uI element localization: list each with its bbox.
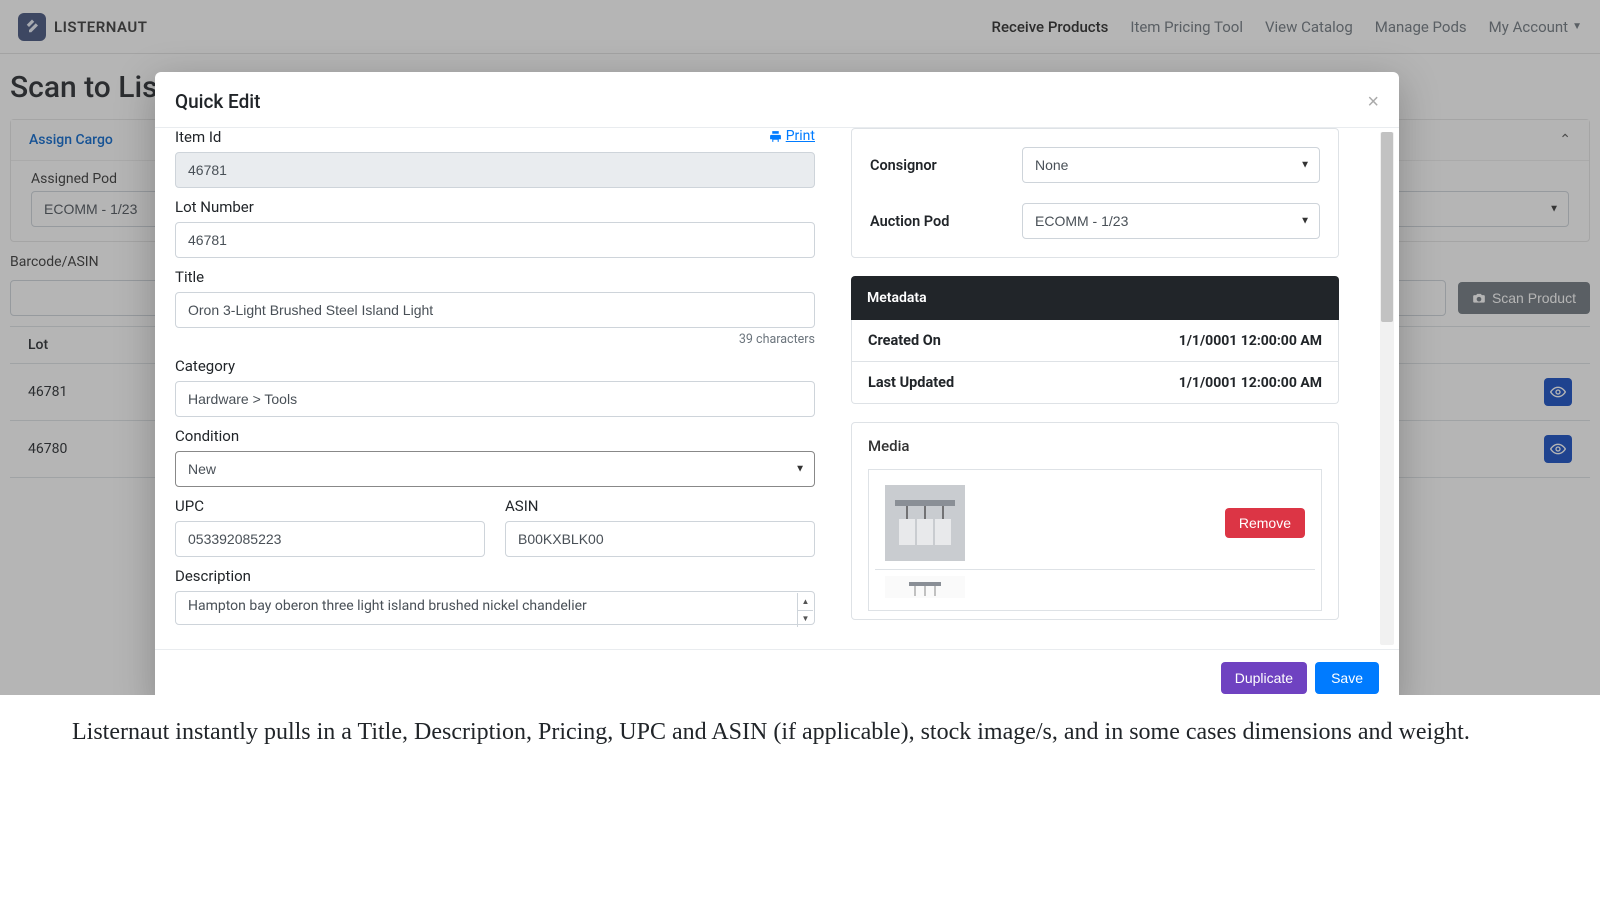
spinner-up-icon[interactable]: ▲ — [798, 593, 813, 611]
quick-edit-modal: Quick Edit × Print Item Id — [155, 72, 1399, 706]
modal-title: Quick Edit — [175, 90, 260, 113]
description-input[interactable] — [175, 591, 815, 625]
asin-input[interactable] — [505, 521, 815, 557]
metadata-header: Metadata — [851, 276, 1339, 320]
scroll-thumb[interactable] — [1381, 132, 1393, 322]
modal-close-button[interactable]: × — [1367, 92, 1379, 112]
footer-caption: Listernaut instantly pulls in a Title, D… — [0, 695, 1600, 770]
media-item — [875, 570, 1315, 604]
upc-label: UPC — [175, 497, 485, 515]
media-panel: Media Remove — [851, 422, 1339, 620]
remove-media-button[interactable]: Remove — [1225, 508, 1305, 538]
print-icon — [769, 130, 782, 143]
title-char-count: 39 characters — [175, 332, 815, 347]
category-label: Category — [175, 357, 815, 375]
lot-number-label: Lot Number — [175, 198, 815, 216]
item-id-label: Item Id — [175, 128, 815, 146]
lot-number-input[interactable] — [175, 222, 815, 258]
spinner-down-icon[interactable]: ▼ — [798, 611, 813, 628]
auction-pod-label: Auction Pod — [870, 213, 1022, 230]
consignor-select[interactable] — [1022, 147, 1320, 183]
title-input[interactable] — [175, 292, 815, 328]
duplicate-button[interactable]: Duplicate — [1221, 662, 1307, 694]
metadata-row: Created On 1/1/0001 12:00:00 AM — [852, 320, 1338, 362]
condition-select[interactable] — [175, 451, 815, 487]
textarea-spinner[interactable]: ▲▼ — [797, 593, 813, 627]
scrollbar[interactable] — [1380, 132, 1394, 645]
consignor-label: Consignor — [870, 157, 1022, 174]
created-on-value: 1/1/0001 12:00:00 AM — [1179, 333, 1322, 349]
media-thumbnail — [885, 485, 965, 561]
save-button[interactable]: Save — [1315, 662, 1379, 694]
description-label: Description — [175, 567, 815, 585]
media-label: Media — [868, 437, 1322, 455]
created-on-label: Created On — [868, 332, 941, 349]
last-updated-value: 1/1/0001 12:00:00 AM — [1179, 375, 1322, 391]
asin-label: ASIN — [505, 497, 815, 515]
auction-pod-select[interactable] — [1022, 203, 1320, 239]
metadata-row: Last Updated 1/1/0001 12:00:00 AM — [852, 362, 1338, 403]
condition-label: Condition — [175, 427, 815, 445]
category-input[interactable] — [175, 381, 815, 417]
upc-input[interactable] — [175, 521, 485, 557]
print-link[interactable]: Print — [769, 128, 815, 144]
item-id-input — [175, 152, 815, 188]
media-thumbnail — [885, 576, 965, 598]
media-item: Remove — [875, 476, 1315, 570]
last-updated-label: Last Updated — [868, 374, 954, 391]
title-label: Title — [175, 268, 815, 286]
